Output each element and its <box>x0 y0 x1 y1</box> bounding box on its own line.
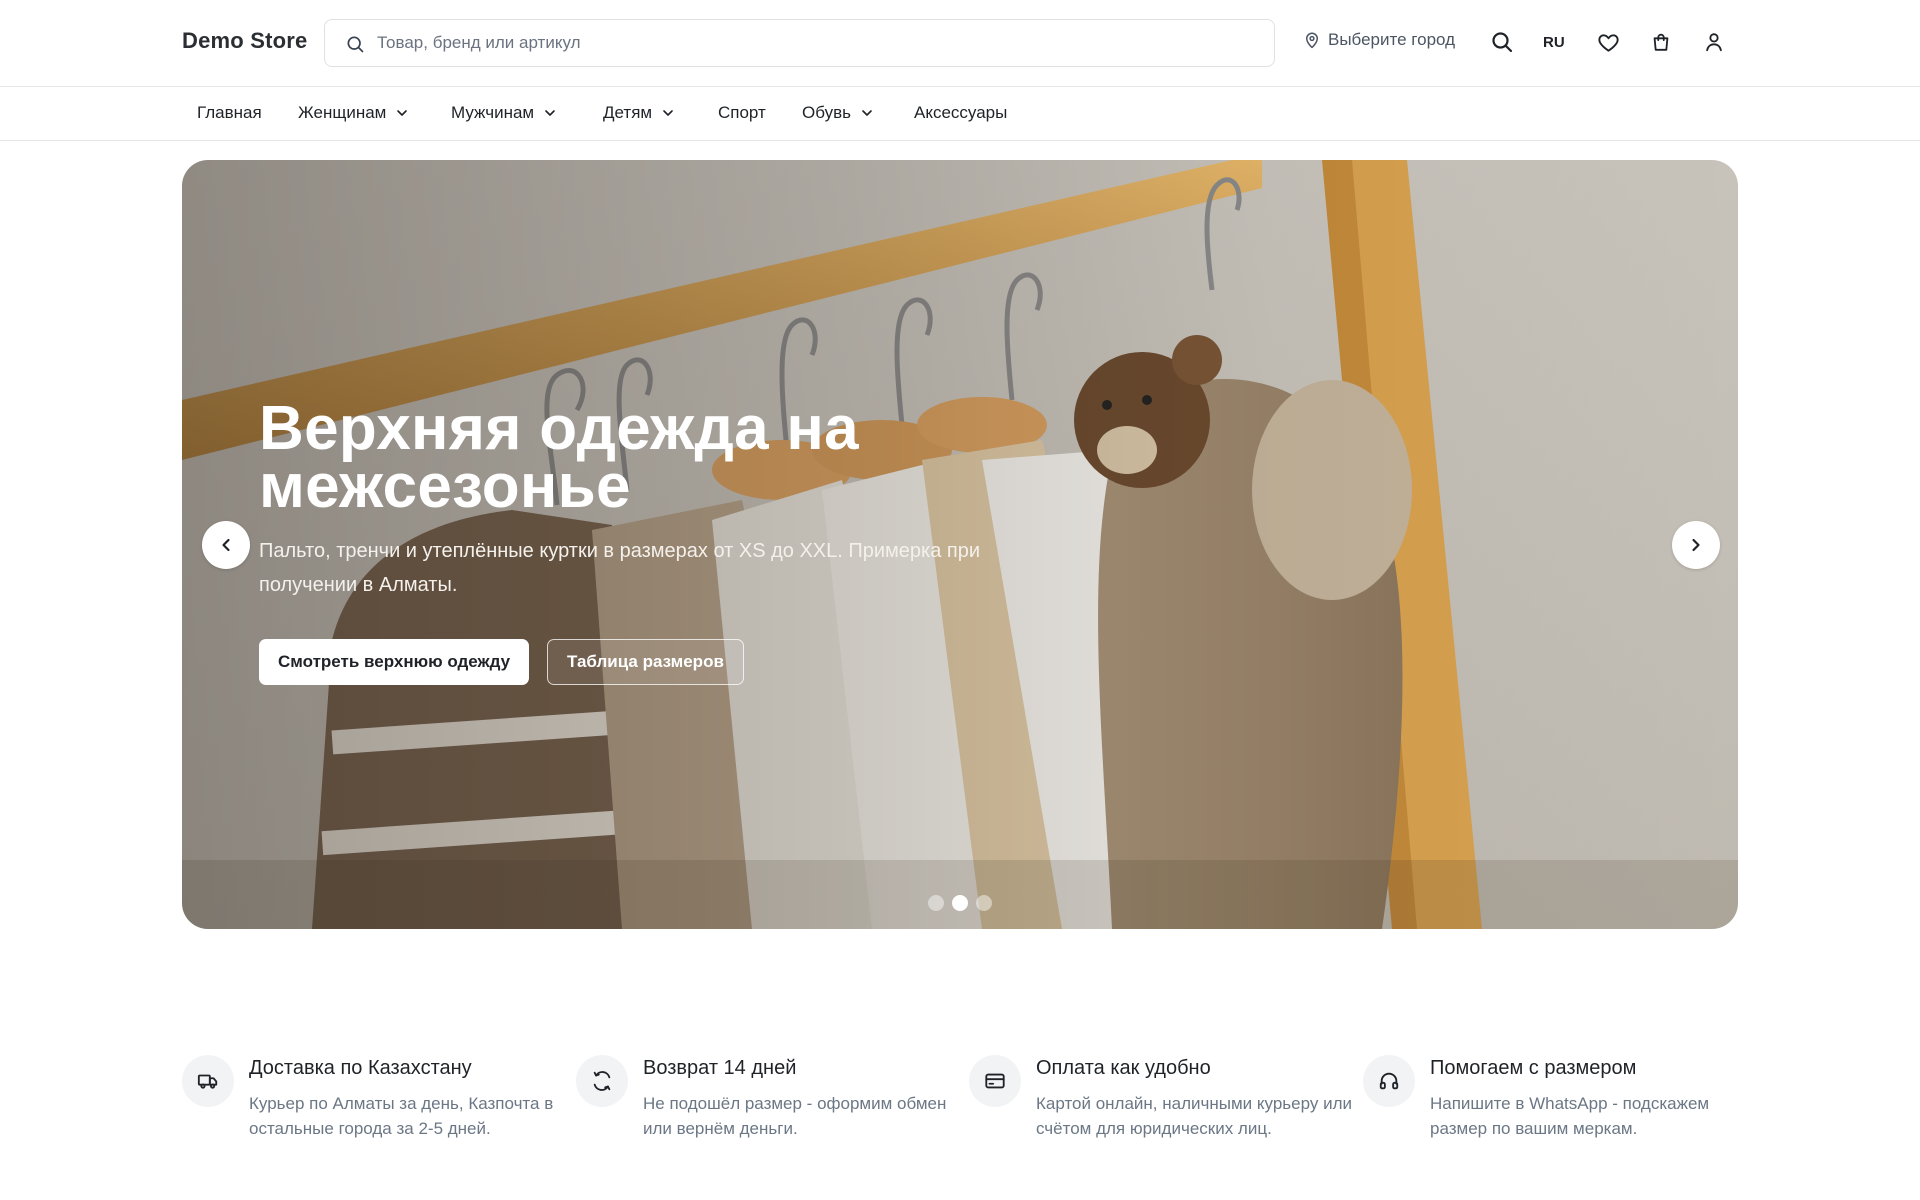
carousel-dots <box>928 895 992 911</box>
feature-size-help: Помогаем с размером Напишите в WhatsApp … <box>1363 1055 1743 1145</box>
language-switcher[interactable]: RU <box>1543 34 1565 51</box>
view-outerwear-button[interactable]: Смотреть верхнюю одежду <box>259 639 530 685</box>
nav-item-men[interactable]: Мужчинам <box>451 103 558 123</box>
nav-item-women[interactable]: Женщинам <box>298 103 410 123</box>
truck-icon <box>197 1074 218 1089</box>
feature-title: Возврат 14 дней <box>643 1057 797 1079</box>
feature-delivery: Доставка по Казахстану Курьер по Алматы … <box>182 1055 562 1145</box>
search-input[interactable] <box>377 20 1257 66</box>
cart-button[interactable] <box>1648 29 1674 55</box>
city-selector[interactable]: Выберите город <box>1303 30 1455 50</box>
carousel-next-button[interactable] <box>1672 521 1720 569</box>
search-icon <box>1492 32 1513 53</box>
chevron-right-icon <box>1692 538 1700 552</box>
feature-title: Доставка по Казахстану <box>249 1057 472 1079</box>
chevron-down-icon <box>663 110 673 116</box>
carousel-dot-active[interactable] <box>952 895 968 911</box>
headphones-icon <box>1379 1072 1399 1090</box>
search-icon <box>347 36 364 53</box>
chevron-down-icon <box>862 110 872 116</box>
feature-title: Оплата как удобно <box>1036 1057 1211 1079</box>
carousel-dot[interactable] <box>976 895 992 911</box>
carousel-prev-button[interactable] <box>202 521 250 569</box>
wishlist-button[interactable] <box>1595 29 1621 55</box>
main-nav: Главная Женщинам Мужчинам Детям Спорт Об… <box>0 88 1920 141</box>
heart-icon <box>1597 33 1619 52</box>
search-bar[interactable] <box>324 19 1275 67</box>
nav-item-label: Обувь <box>802 103 851 122</box>
feature-text: Курьер по Алматы за день, Казпочта в ост… <box>249 1094 554 1138</box>
feature-text: Картой онлайн, наличными курьеру или счё… <box>1036 1094 1352 1138</box>
chevron-down-icon <box>397 110 408 116</box>
nav-item-label: Детям <box>603 103 653 122</box>
nav-item-home[interactable]: Главная <box>197 103 262 123</box>
nav-item-label: Спорт <box>718 103 766 122</box>
credit-card-icon <box>985 1073 1005 1089</box>
refresh-icon <box>593 1071 611 1091</box>
feature-text: Не подошёл размер - оформим обмен или ве… <box>643 1094 947 1138</box>
nav-item-accessories[interactable]: Аксессуары <box>914 103 1007 123</box>
search-button[interactable] <box>1489 29 1515 55</box>
feature-returns: Возврат 14 дней Не подошёл размер - офор… <box>576 1055 956 1145</box>
nav-item-kids[interactable]: Детям <box>603 103 676 123</box>
chevron-left-icon <box>222 538 230 552</box>
shopping-bag-icon <box>1653 33 1669 51</box>
user-icon <box>1706 33 1722 52</box>
hero-subtitle: Пальто, тренчи и утеплённые куртки в раз… <box>259 540 981 596</box>
account-button[interactable] <box>1701 29 1727 55</box>
feature-title: Помогаем с размером <box>1430 1057 1637 1079</box>
store-logo[interactable]: Demo Store <box>182 28 307 54</box>
map-pin-icon <box>1306 32 1318 49</box>
hero-title: Верхняя одежда на межсезонье <box>259 394 859 521</box>
size-chart-button[interactable]: Таблица размеров <box>547 639 744 685</box>
nav-item-label: Женщинам <box>298 103 387 122</box>
feature-text: Напишите в WhatsApp - подскажем размер п… <box>1430 1094 1710 1138</box>
feature-icon-wrap <box>969 1055 1021 1107</box>
nav-item-sport[interactable]: Спорт <box>718 103 766 123</box>
hero-banner: Верхняя одежда на межсезонье Пальто, тре… <box>182 160 1738 929</box>
feature-icon-wrap <box>182 1055 234 1107</box>
site-header: Demo Store Выберите город RU <box>0 0 1920 87</box>
feature-icon-wrap <box>1363 1055 1415 1107</box>
nav-item-shoes[interactable]: Обувь <box>802 103 875 123</box>
feature-payment: Оплата как удобно Картой онлайн, наличны… <box>969 1055 1352 1145</box>
carousel-dot[interactable] <box>928 895 944 911</box>
chevron-down-icon <box>545 110 555 116</box>
nav-item-label: Аксессуары <box>914 103 1008 122</box>
city-label: Выберите город <box>1328 30 1456 49</box>
nav-item-label: Мужчинам <box>451 103 535 122</box>
nav-item-label: Главная <box>197 103 262 122</box>
feature-icon-wrap <box>576 1055 628 1107</box>
